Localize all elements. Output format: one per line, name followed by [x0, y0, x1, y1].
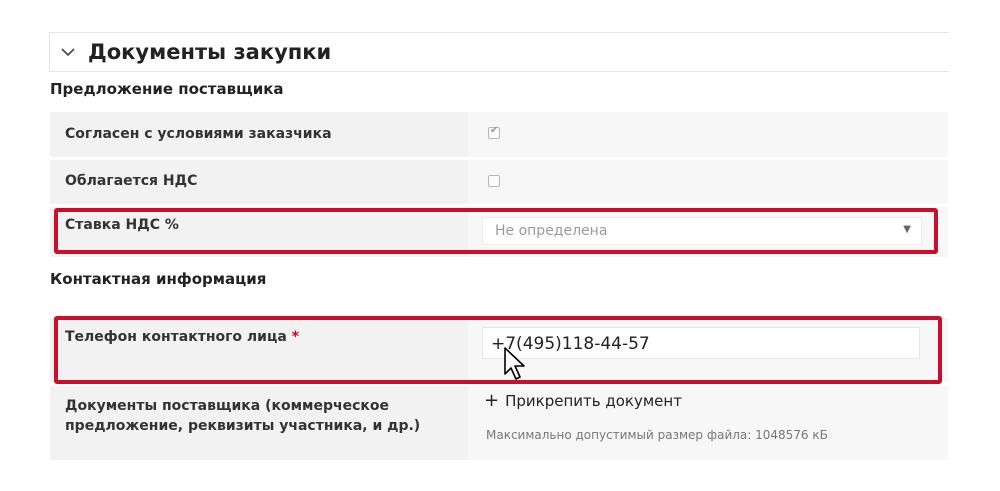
agree-terms-row: Согласен с условиями заказчика ✔ [50, 112, 948, 157]
vat-applicable-checkbox[interactable] [488, 175, 500, 187]
vat-rate-highlight [54, 208, 938, 254]
supplier-documents-label-line2: предложение, реквизиты участника, и др.) [65, 418, 421, 434]
agree-terms-label: Согласен с условиями заказчика [65, 126, 332, 142]
checkmark-icon: ✔ [490, 125, 499, 136]
contact-info-heading: Контактная информация [50, 270, 267, 288]
section-header[interactable]: Документы закупки [49, 32, 949, 72]
contact-phone-highlight [54, 316, 942, 384]
plus-icon: + [484, 390, 500, 411]
supplier-documents-label-line1: Документы поставщика (коммерческое [65, 398, 390, 414]
vat-applicable-label: Облагается НДС [65, 173, 198, 189]
supplier-documents-label: Документы поставщика (коммерческое предло… [65, 396, 420, 436]
supplier-documents-row: Документы поставщика (коммерческое предло… [50, 386, 948, 460]
vat-applicable-row: Облагается НДС [50, 160, 948, 204]
agree-terms-checkbox[interactable]: ✔ [488, 125, 500, 139]
section-title: Документы закупки [88, 40, 332, 64]
supplier-documents-cell: + Прикрепить документ Максимально допусти… [468, 386, 948, 460]
mouse-cursor-icon [504, 347, 525, 380]
file-size-hint: Максимально допустимый размер файла: 104… [486, 428, 828, 442]
attach-document-label: Прикрепить документ [505, 392, 682, 410]
supplier-offer-heading: Предложение поставщика [50, 80, 284, 98]
agree-terms-cell: ✔ [468, 112, 948, 157]
attach-document-link[interactable]: + Прикрепить документ [484, 390, 682, 411]
chevron-down-icon[interactable] [60, 44, 76, 60]
vat-applicable-cell [468, 160, 948, 204]
